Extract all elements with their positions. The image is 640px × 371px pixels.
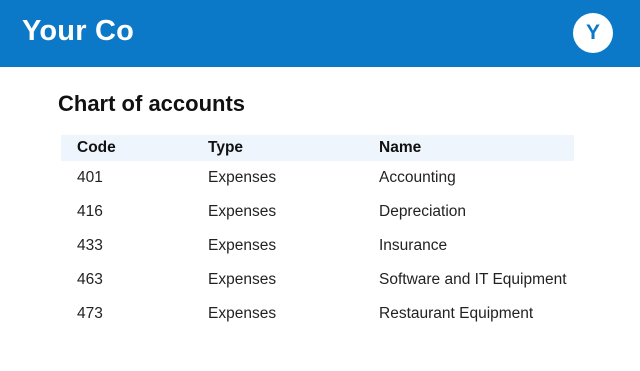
cell-code: 473 xyxy=(77,305,103,322)
cell-name: Software and IT Equipment xyxy=(379,271,567,288)
cell-type: Expenses xyxy=(208,237,277,254)
cell-code: 416 xyxy=(77,203,103,220)
cell-code: 463 xyxy=(77,271,103,288)
brand-logo-text[interactable]: Your Co xyxy=(22,13,134,49)
cell-type: Expenses xyxy=(208,271,277,288)
page-title: Chart of accounts xyxy=(58,91,246,116)
cell-name: Accounting xyxy=(379,169,456,186)
table-row[interactable]: 473 Expenses Restaurant Equipment xyxy=(61,297,574,331)
table-row[interactable]: 401 Expenses Accounting xyxy=(61,161,574,195)
table-row[interactable]: 416 Expenses Depreciation xyxy=(61,195,574,229)
table-header-row: Code Type Name xyxy=(61,135,574,161)
cell-name: Depreciation xyxy=(379,203,467,220)
cell-name: Restaurant Equipment xyxy=(379,305,534,322)
column-header-code: Code xyxy=(77,139,116,156)
table-row[interactable]: 463 Expenses Software and IT Equipment xyxy=(61,263,574,297)
column-header-type: Type xyxy=(208,139,244,156)
cell-type: Expenses xyxy=(208,305,277,322)
column-header-name: Name xyxy=(379,139,422,156)
accounts-table: Code Type Name 401 Expenses Accounting 4… xyxy=(61,135,574,331)
cell-name: Insurance xyxy=(379,237,448,254)
cell-type: Expenses xyxy=(208,203,277,220)
app-header: Your Co Y xyxy=(0,0,640,67)
user-avatar[interactable]: Y xyxy=(573,13,613,53)
cell-code: 401 xyxy=(77,169,103,186)
cell-code: 433 xyxy=(77,237,103,254)
table-body: 401 Expenses Accounting 416 Expenses Dep… xyxy=(61,161,574,331)
table-header: Code Type Name xyxy=(61,135,574,161)
cell-type: Expenses xyxy=(208,169,277,186)
table-row[interactable]: 433 Expenses Insurance xyxy=(61,229,574,263)
